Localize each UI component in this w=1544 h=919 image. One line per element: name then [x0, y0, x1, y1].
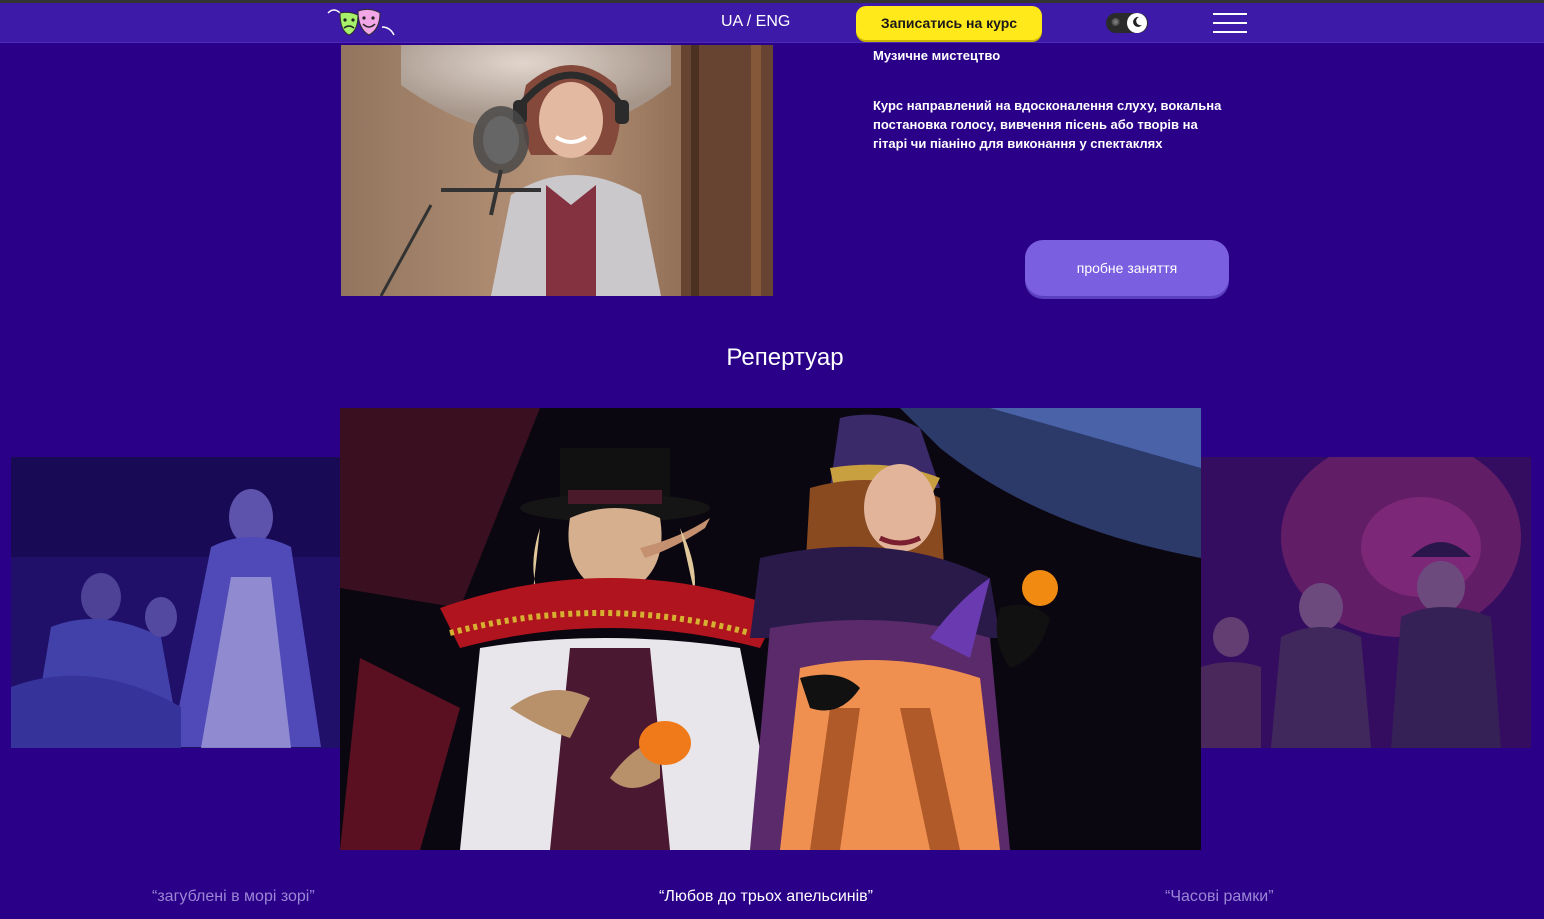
- toggle-knob: [1127, 13, 1147, 33]
- site-header: UA / ENG Записатись на курс ✺: [0, 3, 1544, 43]
- slide-caption: “Часові рамки”: [1165, 888, 1274, 905]
- theatre-masks-icon[interactable]: [322, 5, 402, 39]
- children-stage-performance-photo[interactable]: [1201, 457, 1531, 748]
- singer-recording-studio-photo: [341, 45, 773, 296]
- slide-caption: “загублені в морі зорі”: [152, 888, 315, 905]
- moon-icon: [1133, 16, 1142, 27]
- course-title: Музичне мистецтво: [873, 48, 1001, 63]
- theme-toggle[interactable]: ✺: [1106, 13, 1148, 33]
- dancers-blue-stage-photo[interactable]: [11, 457, 340, 748]
- enroll-course-button[interactable]: Записатись на курс: [856, 6, 1042, 40]
- slide-caption-active: “Любов до трьох апельсинів”: [659, 888, 873, 905]
- hamburger-menu-icon[interactable]: [1213, 13, 1247, 35]
- language-switcher[interactable]: UA / ENG: [721, 13, 790, 31]
- sun-icon: ✺: [1111, 17, 1121, 29]
- repertoire-heading: Репертуар: [726, 344, 844, 371]
- costumed-actors-stage-photo[interactable]: [340, 408, 1201, 850]
- trial-lesson-button[interactable]: пробне заняття: [1025, 240, 1229, 296]
- course-description: Курс направлений на вдосконалення слуху,…: [873, 98, 1222, 151]
